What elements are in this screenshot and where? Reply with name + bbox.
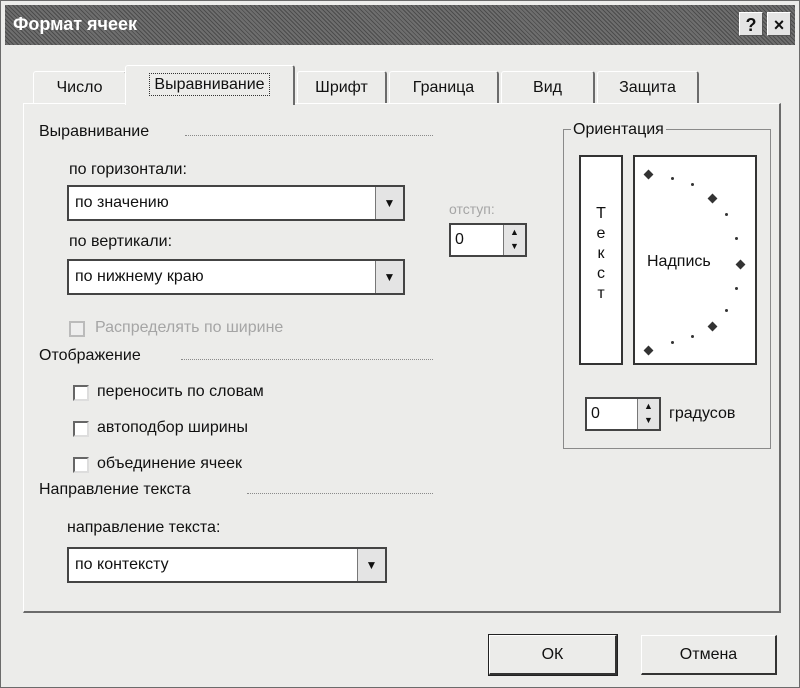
chevron-down-icon[interactable]: ▼	[375, 261, 403, 293]
close-button[interactable]: ×	[767, 12, 791, 36]
dial-dot	[735, 237, 738, 240]
display-separator	[181, 359, 433, 360]
vertical-value: по нижнему краю	[75, 268, 204, 285]
merge-cells-label: объединение ячеек	[97, 455, 242, 472]
dial-label: Надпись	[647, 253, 711, 270]
horizontal-value: по значению	[75, 194, 169, 211]
indent-value: 0	[455, 231, 464, 248]
horizontal-select[interactable]: по значению ▼	[67, 185, 405, 221]
help-button[interactable]: ?	[739, 12, 763, 36]
tab-alignment[interactable]: Выравнивание	[125, 65, 295, 105]
dial-marker-selected	[735, 259, 746, 270]
shrink-to-fit-label: автоподбор ширины	[97, 419, 248, 436]
chevron-down-icon[interactable]: ▼	[375, 187, 403, 219]
dial-dot	[691, 335, 694, 338]
vertical-text-char: Т	[596, 205, 606, 222]
shrink-to-fit-checkbox[interactable]	[73, 421, 89, 437]
tab-border-label: Граница	[412, 79, 475, 96]
tab-protection-label: Защита	[619, 79, 676, 96]
dial-dot	[691, 183, 694, 186]
merge-cells-checkbox[interactable]	[73, 457, 89, 473]
vertical-text-char: е	[596, 225, 606, 242]
tab-number-label: Число	[56, 79, 103, 96]
dial-marker	[707, 321, 718, 332]
dial-dot	[735, 287, 738, 290]
cancel-button[interactable]: Отмена	[641, 635, 777, 675]
distribute-label: Распределять по ширине	[95, 319, 284, 336]
dial-marker	[707, 193, 718, 204]
direction-section-title: Направление текста	[39, 481, 191, 498]
degrees-label: градусов	[669, 405, 736, 422]
alignment-section-title: Выравнивание	[39, 123, 150, 140]
tab-number[interactable]: Число	[33, 71, 127, 103]
indent-spinner[interactable]: 0 ▲ ▼	[449, 223, 527, 257]
tab-view[interactable]: Вид	[501, 71, 595, 103]
dial-dot	[725, 213, 728, 216]
vertical-text-char: т	[597, 285, 605, 302]
vertical-text-char: с	[597, 265, 605, 282]
vertical-text-button[interactable]: Т е к с т	[579, 155, 623, 365]
window-title: Формат ячеек	[13, 14, 138, 34]
distribute-checkbox[interactable]	[69, 321, 85, 337]
alignment-separator	[185, 135, 433, 136]
ok-button[interactable]: ОК	[488, 634, 618, 676]
display-section-title: Отображение	[39, 347, 141, 364]
vertical-select[interactable]: по нижнему краю ▼	[67, 259, 405, 295]
degrees-spinner[interactable]: 0 ▲ ▼	[585, 397, 661, 431]
tab-view-label: Вид	[533, 79, 562, 96]
help-icon: ?	[745, 15, 757, 35]
tab-font[interactable]: Шрифт	[297, 71, 387, 103]
tab-alignment-label: Выравнивание	[149, 73, 270, 96]
wrap-text-label: переносить по словам	[97, 383, 264, 400]
title-bar: Формат ячеек ? ×	[5, 5, 795, 45]
degrees-value: 0	[591, 405, 600, 422]
dial-dot	[671, 341, 674, 344]
dial-marker	[643, 345, 654, 356]
direction-select[interactable]: по контексту ▼	[67, 547, 387, 583]
indent-label: отступ:	[449, 201, 495, 217]
wrap-text-checkbox[interactable]	[73, 385, 89, 401]
direction-value: по контексту	[75, 556, 169, 573]
orientation-section-title: Ориентация	[571, 121, 666, 139]
horizontal-label: по горизонтали:	[69, 161, 187, 178]
direction-separator	[247, 493, 433, 494]
tab-font-label: Шрифт	[315, 79, 368, 96]
chevron-down-icon[interactable]: ▼	[357, 549, 385, 581]
spin-arrows-icon[interactable]: ▲ ▼	[503, 225, 525, 255]
direction-label: направление текста:	[67, 519, 221, 536]
dial-dot	[725, 309, 728, 312]
vertical-text-char: к	[597, 245, 605, 262]
format-cells-dialog: Формат ячеек ? × Число Выравнивание Шриф…	[0, 0, 800, 688]
dial-marker	[643, 169, 654, 180]
close-icon: ×	[773, 15, 785, 35]
orientation-dial[interactable]: Надпись	[633, 155, 757, 365]
tab-border[interactable]: Граница	[389, 71, 499, 103]
tab-protection[interactable]: Защита	[597, 71, 699, 103]
dial-dot	[671, 177, 674, 180]
vertical-label: по вертикали:	[69, 233, 173, 250]
spin-arrows-icon[interactable]: ▲ ▼	[637, 399, 659, 429]
